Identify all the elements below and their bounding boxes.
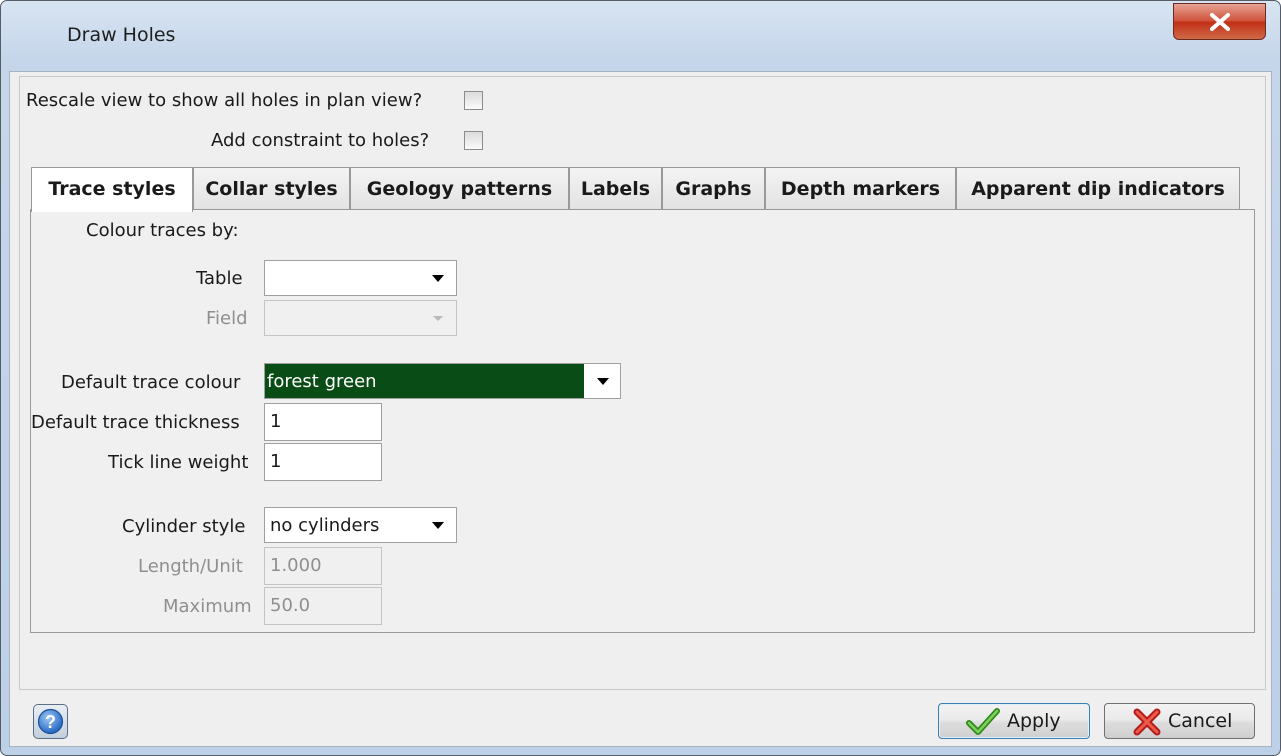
window-title: Draw Holes	[67, 24, 176, 46]
draw-holes-dialog: Draw Holes Rescale view to show all hole…	[0, 0, 1281, 756]
default-colour-value: forest green	[267, 371, 377, 392]
close-button[interactable]	[1173, 3, 1266, 40]
maximum-input: 50.0	[264, 587, 382, 625]
thickness-label: Default trace thickness	[31, 412, 240, 433]
cancel-label: Cancel	[1168, 710, 1233, 732]
chevron-down-icon	[420, 301, 456, 335]
tick-weight-input[interactable]: 1	[264, 443, 382, 481]
field-label: Field	[206, 308, 248, 329]
tab-geology-patterns[interactable]: Geology patterns	[350, 167, 569, 210]
checkmark-icon	[966, 708, 1000, 735]
default-colour-select[interactable]: forest green	[264, 363, 621, 399]
length-unit-input: 1.000	[264, 547, 382, 585]
maximum-label: Maximum	[163, 596, 252, 617]
chevron-down-icon	[420, 261, 456, 295]
colour-traces-heading: Colour traces by:	[86, 220, 239, 241]
rescale-checkbox[interactable]	[464, 91, 483, 110]
thickness-input[interactable]: 1	[264, 403, 382, 441]
tab-labels[interactable]: Labels	[569, 167, 662, 210]
table-select[interactable]	[264, 260, 457, 296]
help-button[interactable]: ?	[33, 704, 68, 739]
chevron-down-icon	[585, 364, 620, 398]
svg-text:?: ?	[45, 712, 56, 732]
apply-button[interactable]: Apply	[938, 703, 1090, 739]
tab-graphs[interactable]: Graphs	[662, 167, 765, 210]
apply-label: Apply	[1007, 710, 1061, 732]
length-unit-label: Length/Unit	[138, 556, 243, 577]
cancel-button[interactable]: Cancel	[1104, 703, 1255, 739]
help-icon: ?	[37, 708, 64, 735]
chevron-down-icon	[420, 508, 456, 542]
cylinder-style-select[interactable]: no cylinders	[264, 507, 457, 543]
default-colour-label: Default trace colour	[61, 372, 241, 393]
rescale-label: Rescale view to show all holes in plan v…	[26, 90, 423, 111]
tab-trace-styles[interactable]: Trace styles	[31, 167, 193, 212]
tick-weight-label: Tick line weight	[108, 452, 249, 473]
constraint-checkbox[interactable]	[464, 131, 483, 150]
cylinder-style-value: no cylinders	[270, 515, 380, 536]
cross-icon	[1133, 708, 1161, 736]
tab-collar-styles[interactable]: Collar styles	[193, 167, 350, 210]
constraint-label: Add constraint to holes?	[211, 130, 430, 151]
title-bar[interactable]: Draw Holes	[1, 1, 1280, 71]
field-select	[264, 300, 457, 336]
close-icon	[1210, 13, 1230, 31]
cylinder-style-label: Cylinder style	[122, 516, 246, 537]
tab-apparent-dip-indicators[interactable]: Apparent dip indicators	[956, 167, 1240, 210]
table-label: Table	[196, 268, 243, 289]
tab-depth-markers[interactable]: Depth markers	[765, 167, 956, 210]
